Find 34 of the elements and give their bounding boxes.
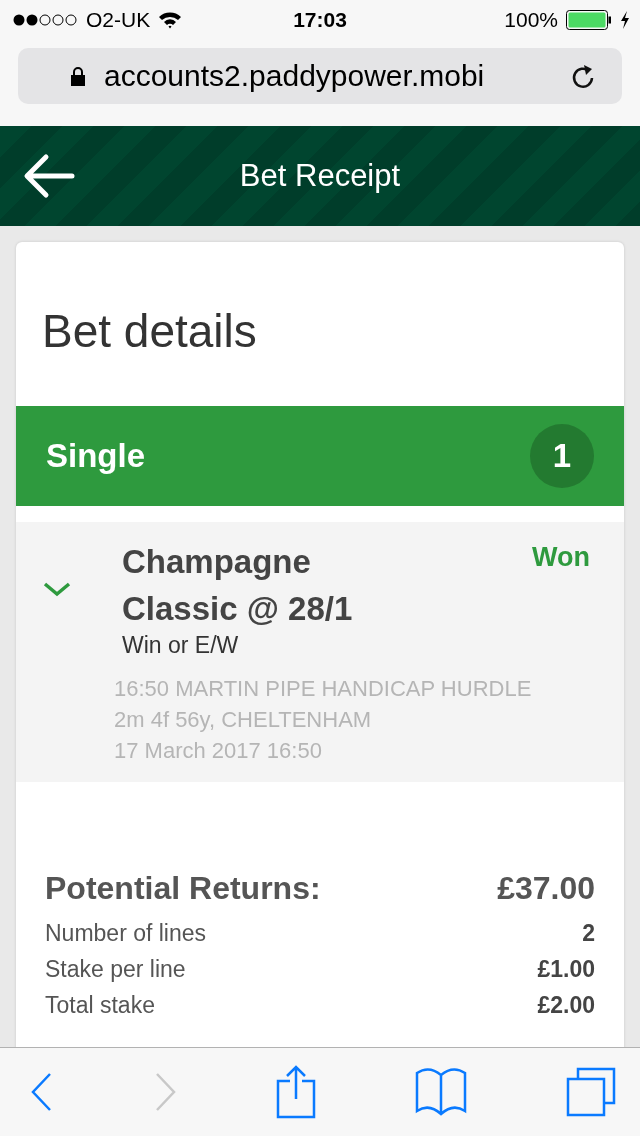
count-badge: 1 [530, 424, 594, 488]
market-name: Win or E/W [122, 632, 240, 659]
url-text: accounts2.paddypower.mobi [104, 59, 486, 93]
summary-label: Number of lines [45, 919, 207, 948]
back-arrow-icon[interactable] [22, 152, 76, 200]
chevron-down-icon[interactable] [42, 580, 72, 598]
charging-icon [620, 11, 630, 29]
event-details: 16:50 MARTIN PIPE HANDICAP HURDLE 2m 4f 56y, CHELTENHAM [114, 675, 532, 734]
address-bar[interactable]: accounts2.paddypower.mobi [18, 48, 622, 104]
potential-returns-value: £37.00 [497, 870, 595, 907]
tabs-button[interactable] [566, 1067, 616, 1117]
reload-icon[interactable] [570, 62, 596, 90]
page-title: Bet Receipt [239, 158, 401, 194]
summary-label: Stake per line [45, 955, 186, 984]
battery-percent: 100% [504, 8, 558, 32]
card-title: Bet details [41, 304, 258, 359]
share-button[interactable] [276, 1065, 316, 1119]
bet-type-label: Single [46, 437, 146, 475]
bookmarks-button[interactable] [415, 1067, 467, 1117]
signal-icon [12, 13, 78, 27]
result-status: Won [532, 542, 590, 573]
back-button[interactable] [30, 1072, 54, 1112]
battery-icon [566, 10, 612, 30]
selection-name: Champagne Classic @ 28/1 [122, 542, 354, 629]
carrier-name: O2-UK [86, 8, 151, 32]
summary-value: £2.00 [537, 991, 595, 1020]
summary-label: Total stake [45, 991, 155, 1020]
summary-value: £1.00 [537, 955, 595, 984]
event-date: 17 March 2017 16:50 [114, 737, 323, 765]
wifi-icon [158, 11, 183, 29]
lock-icon [70, 66, 86, 86]
clock-time: 17:03 [293, 8, 347, 32]
summary-value: 2 [582, 919, 595, 948]
potential-returns-label: Potential Returns: [45, 870, 321, 907]
